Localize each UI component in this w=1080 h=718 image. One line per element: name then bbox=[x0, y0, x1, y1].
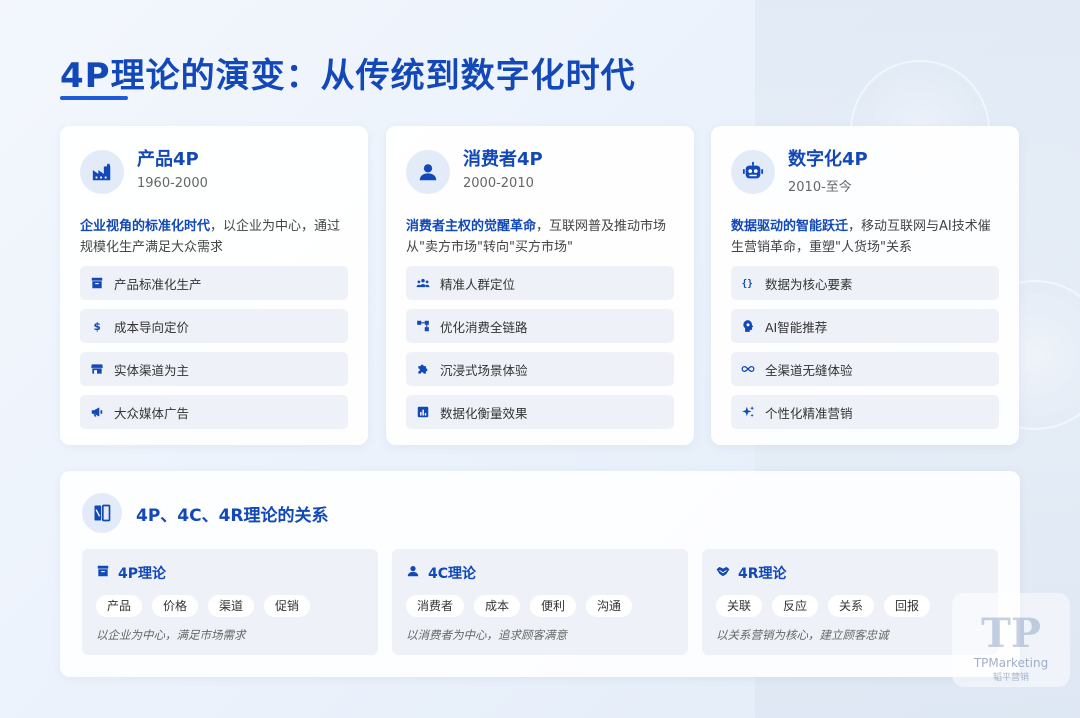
theory-tag: 反应 bbox=[772, 595, 819, 617]
feature-label: 精准人群定位 bbox=[440, 276, 516, 292]
logo-brand-cn: 韬平营销 bbox=[992, 673, 1029, 683]
feature-label: 数据化衡量效果 bbox=[440, 405, 528, 421]
flow-icon bbox=[416, 319, 430, 333]
page-title: 4P理论的演变：从传统到数字化时代 bbox=[60, 56, 636, 96]
feature-item: 沉浸式场景体验 bbox=[406, 352, 674, 386]
braces-icon: {} bbox=[741, 276, 755, 290]
theory-tag: 价格 bbox=[152, 595, 199, 617]
theory-note: 以企业为中心，满足市场需求 bbox=[96, 628, 246, 642]
theory-4p-card: 4P理论 产品 价格 渠道 促销 以企业为中心，满足市场需求 bbox=[82, 549, 378, 655]
theory-tag: 沟通 bbox=[586, 595, 633, 617]
feature-label: 数据为核心要素 bbox=[765, 276, 853, 292]
theory-title: 4C理论 bbox=[428, 566, 477, 582]
megaphone-icon bbox=[90, 405, 104, 419]
feature-item: 精准人群定位 bbox=[406, 266, 674, 300]
feature-label: 大众媒体广告 bbox=[114, 405, 190, 421]
feature-label: 实体渠道为主 bbox=[114, 362, 190, 378]
feature-item: 数据化衡量效果 bbox=[406, 395, 674, 429]
infinity-icon bbox=[741, 362, 755, 376]
logo-mark: TP bbox=[981, 610, 1041, 657]
desc-highlight: 数据驱动的智能跃迁 bbox=[731, 219, 849, 234]
factory-icon bbox=[80, 150, 124, 194]
card-digital-4p: 数字化4P 2010-至今 数据驱动的智能跃迁，移动互联网与AI技术催生营销革命… bbox=[711, 126, 1019, 445]
card-consumer-4p: 消费者4P 2000-2010 消费者主权的觉醒革命，互联网普及推动市场从"卖方… bbox=[386, 126, 694, 445]
theory-tag: 关系 bbox=[828, 595, 875, 617]
card-years: 2000-2010 bbox=[463, 176, 534, 191]
card-description: 数据驱动的智能跃迁，移动互联网与AI技术催生营销革命，重塑"人货场"关系 bbox=[731, 216, 999, 266]
feature-item: $ 成本导向定价 bbox=[80, 309, 348, 343]
card-title: 消费者4P bbox=[463, 149, 543, 170]
bar-chart-icon bbox=[416, 405, 430, 419]
card-product-4p: 产品4P 1960-2000 企业视角的标准化时代，以企业为中心，通过规模化生产… bbox=[60, 126, 368, 445]
feature-item: 产品标准化生产 bbox=[80, 266, 348, 300]
desc-highlight: 企业视角的标准化时代 bbox=[80, 219, 211, 234]
theory-tag: 消费者 bbox=[406, 595, 465, 617]
feature-item: 全渠道无缝体验 bbox=[731, 352, 999, 386]
store-icon bbox=[90, 362, 104, 376]
card-description: 消费者主权的觉醒革命，互联网普及推动市场从"卖方市场"转向"买方市场" bbox=[406, 216, 674, 266]
title-underline bbox=[60, 96, 128, 100]
feature-label: 成本导向定价 bbox=[114, 319, 190, 335]
feature-item: 个性化精准营销 bbox=[731, 395, 999, 429]
theory-tag: 成本 bbox=[474, 595, 521, 617]
feature-label: 个性化精准营销 bbox=[765, 405, 853, 421]
svg-text:{}: {} bbox=[742, 279, 753, 290]
people-group-icon bbox=[416, 276, 430, 290]
feature-label: AI智能推荐 bbox=[765, 319, 828, 335]
feature-label: 产品标准化生产 bbox=[114, 276, 202, 292]
theory-tag: 产品 bbox=[96, 595, 143, 617]
relation-section: 4P、4C、4R理论的关系 4P理论 产品 价格 渠道 促销 以企业为中心，满足… bbox=[60, 471, 1020, 677]
card-title: 产品4P bbox=[137, 149, 199, 170]
brain-icon bbox=[741, 319, 755, 333]
relation-title: 4P、4C、4R理论的关系 bbox=[136, 505, 329, 526]
theory-tag: 渠道 bbox=[208, 595, 255, 617]
theory-4c-card: 4C理论 消费者 成本 便利 沟通 以消费者为中心，追求顾客满意 bbox=[392, 549, 688, 655]
theory-title: 4R理论 bbox=[738, 566, 787, 582]
theory-title: 4P理论 bbox=[118, 566, 167, 582]
archive-icon bbox=[90, 276, 104, 290]
theory-tag: 促销 bbox=[264, 595, 311, 617]
puzzle-icon bbox=[416, 362, 430, 376]
feature-label: 优化消费全链路 bbox=[440, 319, 528, 335]
theory-note: 以关系营销为核心，建立顾客忠诚 bbox=[716, 628, 889, 642]
archive-icon bbox=[96, 564, 118, 582]
person-icon bbox=[406, 150, 450, 194]
feature-item: 优化消费全链路 bbox=[406, 309, 674, 343]
theory-tag: 便利 bbox=[530, 595, 577, 617]
feature-item: {} 数据为核心要素 bbox=[731, 266, 999, 300]
theory-tag: 回报 bbox=[884, 595, 931, 617]
card-years: 2010-至今 bbox=[788, 180, 852, 195]
dollar-icon: $ bbox=[90, 319, 104, 333]
feature-label: 沉浸式场景体验 bbox=[440, 362, 528, 378]
brand-logo: TP TPMarketing 韬平营销 bbox=[952, 593, 1070, 687]
feature-label: 全渠道无缝体验 bbox=[765, 362, 853, 378]
card-title: 数字化4P bbox=[788, 149, 868, 170]
logo-brand: TPMarketing bbox=[973, 656, 1049, 670]
sparkle-icon bbox=[741, 405, 755, 419]
handshake-icon bbox=[716, 564, 738, 582]
desc-highlight: 消费者主权的觉醒革命 bbox=[406, 219, 537, 234]
theory-tag: 关联 bbox=[716, 595, 763, 617]
feature-item: 实体渠道为主 bbox=[80, 352, 348, 386]
feature-item: AI智能推荐 bbox=[731, 309, 999, 343]
feature-item: 大众媒体广告 bbox=[80, 395, 348, 429]
card-description: 企业视角的标准化时代，以企业为中心，通过规模化生产满足大众需求 bbox=[80, 216, 348, 266]
person-icon bbox=[406, 564, 428, 582]
theory-note: 以消费者为中心，追求顾客满意 bbox=[406, 628, 567, 642]
svg-text:$: $ bbox=[94, 321, 101, 333]
book-columns-icon bbox=[82, 493, 122, 533]
card-years: 1960-2000 bbox=[137, 176, 208, 191]
robot-icon bbox=[731, 150, 775, 194]
